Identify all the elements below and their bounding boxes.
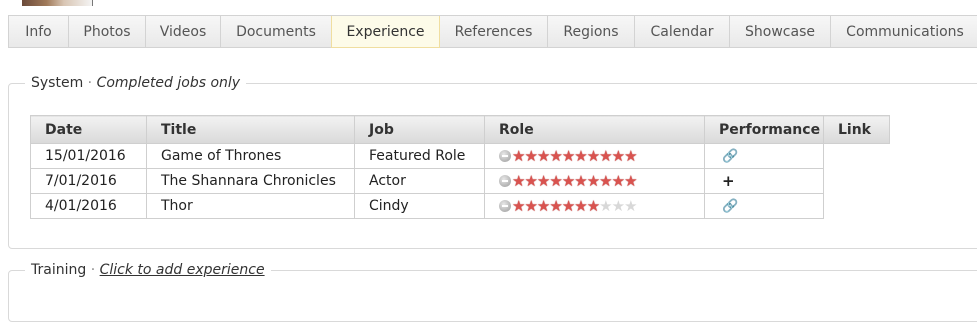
cell-performance: + bbox=[704, 168, 824, 194]
star-icon[interactable]: ★ bbox=[524, 198, 537, 214]
star-rating[interactable]: ★ ★ ★ ★ ★ ★ ★ ★ ★ ★ bbox=[499, 194, 704, 218]
star-icon[interactable]: ★ bbox=[549, 173, 562, 189]
system-legend: System · Completed jobs only bbox=[25, 75, 246, 91]
star-icon[interactable]: ★ bbox=[574, 198, 587, 214]
cell-title: The Shannara Chronicles bbox=[146, 168, 355, 194]
star-icon[interactable]: ★ bbox=[587, 198, 600, 214]
tab-experience[interactable]: Experience bbox=[331, 16, 440, 48]
tab-info[interactable]: Info bbox=[8, 16, 69, 48]
tab-showcase[interactable]: Showcase bbox=[729, 16, 831, 48]
star-icon[interactable]: ★ bbox=[599, 198, 612, 214]
tab-documents[interactable]: Documents bbox=[220, 16, 332, 48]
cell-job: Featured Role bbox=[354, 143, 485, 169]
tab-references[interactable]: References bbox=[439, 16, 548, 48]
training-section: Training · Click to add experience bbox=[8, 262, 977, 322]
avatar bbox=[22, 0, 93, 6]
star-icon[interactable]: ★ bbox=[599, 173, 612, 189]
cell-performance: 🔗 bbox=[704, 143, 824, 169]
cell-title: Thor bbox=[146, 193, 355, 219]
cell-date: 7/01/2016 bbox=[30, 168, 147, 194]
star-icon[interactable]: ★ bbox=[624, 198, 637, 214]
tab-communications[interactable]: Communications bbox=[830, 16, 977, 48]
link-icon[interactable]: 🔗 bbox=[719, 199, 738, 214]
cell-job: Actor bbox=[354, 168, 485, 194]
tab-photos[interactable]: Photos bbox=[68, 16, 146, 48]
table-row: 7/01/2016 The Shannara Chronicles Actor ★ ★ ★… bbox=[30, 168, 890, 194]
column-header-role[interactable]: Role bbox=[484, 115, 705, 144]
star-icon[interactable]: ★ bbox=[549, 198, 562, 214]
clear-rating-icon[interactable] bbox=[499, 175, 511, 187]
cell-job: Cindy bbox=[354, 193, 485, 219]
column-header-link[interactable]: Link bbox=[823, 115, 890, 144]
add-experience-link[interactable]: Click to add experience bbox=[100, 262, 265, 278]
experience-table: Date Title Job Role Performance Link 15/… bbox=[30, 115, 890, 219]
cell-performance: 🔗 bbox=[704, 193, 824, 219]
star-icon[interactable]: ★ bbox=[612, 198, 625, 214]
star-icon[interactable]: ★ bbox=[524, 148, 537, 164]
column-header-date[interactable]: Date bbox=[30, 115, 147, 144]
star-rating[interactable]: ★ ★ ★ ★ ★ ★ ★ ★ ★ ★ bbox=[499, 144, 704, 168]
table-row: 15/01/2016 Game of Thrones Featured Role ★ ★… bbox=[30, 143, 890, 169]
tab-calendar[interactable]: Calendar bbox=[634, 16, 730, 48]
star-icon[interactable]: ★ bbox=[624, 173, 637, 189]
column-header-job[interactable]: Job bbox=[354, 115, 485, 144]
legend-separator: · bbox=[90, 262, 96, 278]
table-header-row: Date Title Job Role Performance Link bbox=[30, 115, 890, 144]
tab-bar: Info Photos Videos Documents Experience Refer… bbox=[8, 15, 977, 48]
clear-rating-icon[interactable] bbox=[499, 200, 511, 212]
training-legend-title: Training bbox=[31, 262, 87, 278]
tab-regions[interactable]: Regions bbox=[547, 16, 635, 48]
star-icon[interactable]: ★ bbox=[549, 148, 562, 164]
column-header-title[interactable]: Title bbox=[146, 115, 355, 144]
clear-rating-icon[interactable] bbox=[499, 150, 511, 162]
star-icon[interactable]: ★ bbox=[624, 148, 637, 164]
plus-icon[interactable]: + bbox=[719, 172, 735, 190]
cell-role: ★ ★ ★ ★ ★ ★ ★ ★ ★ ★ bbox=[484, 143, 705, 169]
cell-title: Game of Thrones bbox=[146, 143, 355, 169]
cell-role: ★ ★ ★ ★ ★ ★ ★ ★ ★ ★ bbox=[484, 168, 705, 194]
star-icon[interactable]: ★ bbox=[524, 173, 537, 189]
column-header-performance[interactable]: Performance bbox=[704, 115, 824, 144]
cell-role: ★ ★ ★ ★ ★ ★ ★ ★ ★ ★ bbox=[484, 193, 705, 219]
star-rating[interactable]: ★ ★ ★ ★ ★ ★ ★ ★ ★ ★ bbox=[499, 169, 704, 193]
legend-separator: · bbox=[87, 75, 93, 91]
training-legend: Training · Click to add experience bbox=[25, 262, 271, 278]
tab-videos[interactable]: Videos bbox=[145, 16, 221, 48]
cell-date: 4/01/2016 bbox=[30, 193, 147, 219]
link-icon[interactable]: 🔗 bbox=[719, 149, 738, 164]
star-icon[interactable]: ★ bbox=[574, 173, 587, 189]
system-legend-title: System bbox=[31, 75, 84, 91]
table-row: 4/01/2016 Thor Cindy ★ ★ ★ ★ ★ ★ ★ ★ ★ ★ 🔗 bbox=[30, 193, 890, 219]
star-icon[interactable]: ★ bbox=[574, 148, 587, 164]
star-icon[interactable]: ★ bbox=[599, 148, 612, 164]
system-legend-note: Completed jobs only bbox=[96, 75, 241, 91]
cell-date: 15/01/2016 bbox=[30, 143, 147, 169]
